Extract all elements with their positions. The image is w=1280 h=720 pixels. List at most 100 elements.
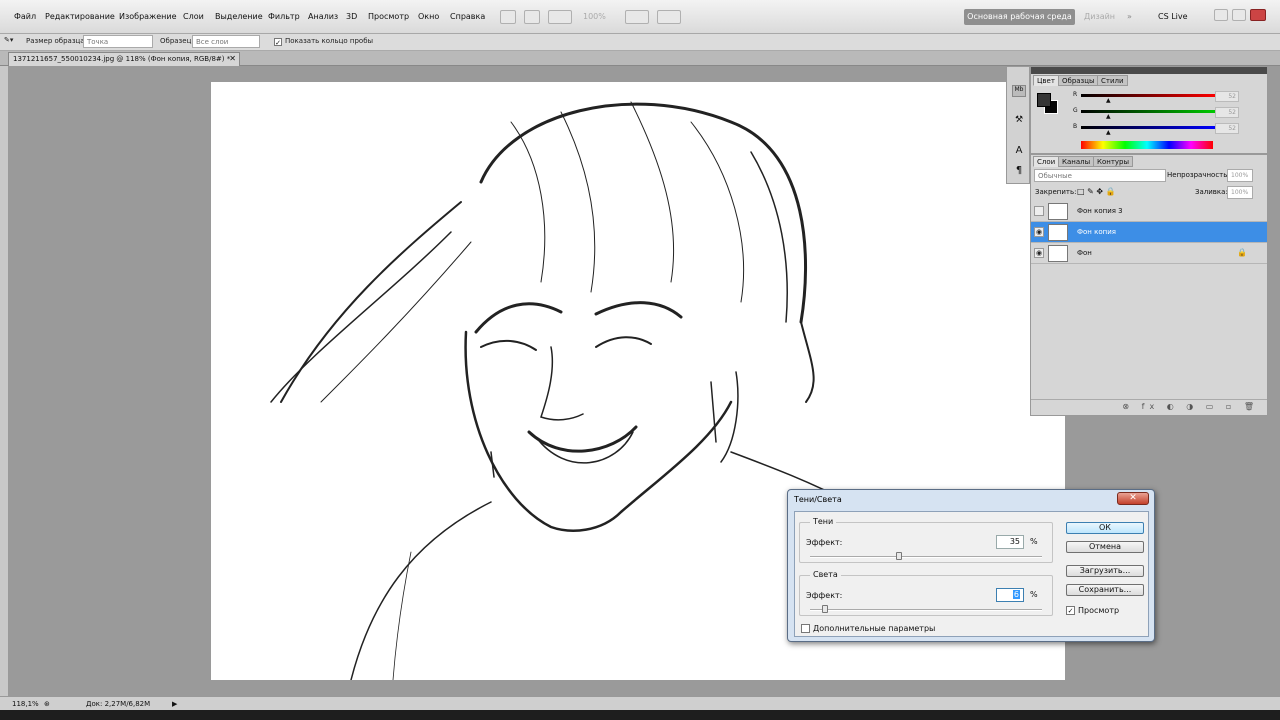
character-panel-icon[interactable]: A	[1012, 145, 1026, 157]
more-options-label: Дополнительные параметры	[813, 624, 936, 633]
load-button[interactable]: Загрузить...	[1066, 565, 1144, 577]
layer-row[interactable]: ◉ Фон копия	[1031, 222, 1267, 243]
lock-pixels-icon[interactable]: □ ✎ ✥ 🔒	[1077, 187, 1116, 196]
foreground-color-swatch[interactable]	[1037, 93, 1051, 107]
tools-panel[interactable]	[0, 66, 9, 696]
highlights-group: Света Эффект: 6 %	[799, 570, 1053, 616]
status-menu-arrow-icon[interactable]: ▶	[172, 700, 177, 708]
ok-button[interactable]: ОК	[1066, 522, 1144, 534]
minibridge-panel-icon[interactable]: Mb	[1012, 85, 1026, 97]
fill-input[interactable]: 100%	[1227, 186, 1253, 199]
minibridge-button[interactable]	[524, 10, 540, 24]
menu-window[interactable]: Окно	[418, 12, 439, 21]
panel-header[interactable]	[1031, 67, 1267, 74]
bridge-button[interactable]	[500, 10, 516, 24]
channel-g-slider[interactable]	[1081, 110, 1217, 113]
menu-filter[interactable]: Фильтр	[268, 12, 300, 21]
menu-bar: Файл Редактирование Изображение Слои Выд…	[0, 0, 1280, 34]
tab-layers[interactable]: Слои	[1033, 156, 1060, 167]
layer-thumbnail	[1048, 245, 1068, 262]
taskbar	[0, 710, 1280, 720]
shadows-effect-label: Эффект:	[806, 538, 843, 547]
menu-analysis[interactable]: Анализ	[308, 12, 338, 21]
extras-dropdown[interactable]	[548, 10, 572, 24]
layers-panel: Слои Каналы Контуры Обычные Непрозрачнос…	[1030, 154, 1268, 416]
show-ring-checkbox[interactable]: ✓	[274, 38, 282, 47]
workspace-design-button[interactable]: Дизайн	[1084, 12, 1115, 21]
dialog-close-button[interactable]: ✕	[1117, 492, 1149, 505]
channel-g-value[interactable]: 52	[1215, 107, 1239, 118]
tab-swatches[interactable]: Образцы	[1058, 75, 1099, 86]
shadows-group-title: Тени	[810, 517, 837, 526]
shadows-amount-input[interactable]: 35	[996, 535, 1024, 549]
layer-row[interactable]: Фон копия 3	[1031, 201, 1267, 222]
history-panel-icon[interactable]: ⚒	[1012, 115, 1026, 127]
collapsed-panels-column: Mb ⚒ A ¶	[1006, 66, 1030, 184]
zoom-level-menu[interactable]: 100%	[583, 12, 606, 21]
menu-edit[interactable]: Редактирование	[45, 12, 115, 21]
blend-mode-select[interactable]: Обычные	[1034, 169, 1166, 182]
menu-3d[interactable]: 3D	[346, 12, 357, 21]
more-options-checkbox[interactable]	[801, 624, 810, 633]
layer-name: Фон копия	[1077, 228, 1116, 236]
document-tab[interactable]: 1371211657_550010234.jpg @ 118% (Фон коп…	[8, 52, 240, 66]
status-info-icon[interactable]: ⊛	[44, 700, 50, 708]
preview-checkbox[interactable]: ✓	[1066, 606, 1075, 615]
highlights-amount-input[interactable]: 6	[996, 588, 1024, 602]
cancel-button[interactable]: Отмена	[1066, 541, 1144, 553]
dialog-title: Тени/Света	[794, 495, 842, 504]
menu-image[interactable]: Изображение	[119, 12, 177, 21]
opacity-input[interactable]: 100%	[1227, 169, 1253, 182]
channel-b-slider[interactable]	[1081, 126, 1217, 129]
layer-row[interactable]: ◉ Фон 🔒	[1031, 243, 1267, 264]
document-tab-title: 1371211657_550010234.jpg @ 118% (Фон коп…	[13, 55, 231, 63]
restore-button[interactable]	[1232, 9, 1246, 21]
status-doc-size: Док: 2,27M/6,82M	[86, 700, 151, 708]
tab-color[interactable]: Цвет	[1033, 75, 1059, 86]
channel-r-slider[interactable]	[1081, 94, 1217, 97]
tab-channels[interactable]: Каналы	[1058, 156, 1095, 167]
color-spectrum-bar[interactable]	[1081, 141, 1213, 149]
tab-paths[interactable]: Контуры	[1093, 156, 1134, 167]
channel-r-value[interactable]: 52	[1215, 91, 1239, 102]
minimize-button[interactable]	[1214, 9, 1228, 21]
channel-b-knob-icon[interactable]: ▲	[1106, 129, 1111, 136]
layer-visibility-eye-icon[interactable]: ◉	[1034, 227, 1044, 237]
color-panel: Цвет Образцы Стили R ▲ 52 G ▲ 52 B ▲ 52	[1030, 66, 1268, 154]
save-button[interactable]: Сохранить...	[1066, 584, 1144, 596]
channel-b-label: B	[1073, 123, 1078, 130]
layer-name: Фон	[1077, 249, 1092, 257]
paragraph-panel-icon[interactable]: ¶	[1012, 165, 1026, 177]
screen-mode-button[interactable]	[657, 10, 681, 24]
sample-select[interactable]: Все слои	[192, 35, 260, 48]
sample-size-select[interactable]: Точка	[83, 35, 153, 48]
status-zoom[interactable]: 118,1%	[12, 700, 39, 708]
layer-list: Фон копия 3 ◉ Фон копия ◉ Фон 🔒	[1031, 201, 1267, 265]
close-window-button[interactable]	[1250, 9, 1266, 21]
close-tab-icon[interactable]: ✕	[229, 54, 236, 63]
eyedropper-tool-icon[interactable]: ✎▾	[4, 36, 13, 44]
channel-g-knob-icon[interactable]: ▲	[1106, 113, 1111, 120]
menu-view[interactable]: Просмотр	[368, 12, 409, 21]
cs-live-button[interactable]: CS Live	[1158, 12, 1188, 21]
shadows-group: Тени Эффект: 35 %	[799, 517, 1053, 563]
preview-label: Просмотр	[1078, 606, 1120, 615]
more-workspaces-icon[interactable]: »	[1127, 12, 1132, 21]
layers-footer-buttons[interactable]: ⊗ fx ◐ ◑ ▭ ▫ 🗑	[1031, 399, 1267, 415]
tab-styles[interactable]: Стили	[1097, 75, 1128, 86]
menu-select[interactable]: Выделение	[215, 12, 263, 21]
highlights-slider-track[interactable]	[810, 609, 1042, 611]
menu-file[interactable]: Файл	[14, 12, 36, 21]
shadows-slider-knob[interactable]	[896, 552, 903, 560]
workspace-essentials-button[interactable]: Основная рабочая среда	[964, 9, 1075, 25]
arrange-documents-button[interactable]	[625, 10, 649, 24]
channel-b-value[interactable]: 52	[1215, 123, 1239, 134]
shadows-slider-track[interactable]	[810, 556, 1042, 558]
channel-r-knob-icon[interactable]: ▲	[1106, 97, 1111, 104]
menu-help[interactable]: Справка	[450, 12, 485, 21]
layer-visibility-eye-icon[interactable]	[1034, 206, 1044, 216]
menu-layers[interactable]: Слои	[183, 12, 204, 21]
layer-visibility-eye-icon[interactable]: ◉	[1034, 248, 1044, 258]
options-bar: ✎▾ Размер образца: Точка Образец: Все сл…	[0, 34, 1280, 51]
highlights-slider-knob[interactable]	[822, 605, 829, 613]
